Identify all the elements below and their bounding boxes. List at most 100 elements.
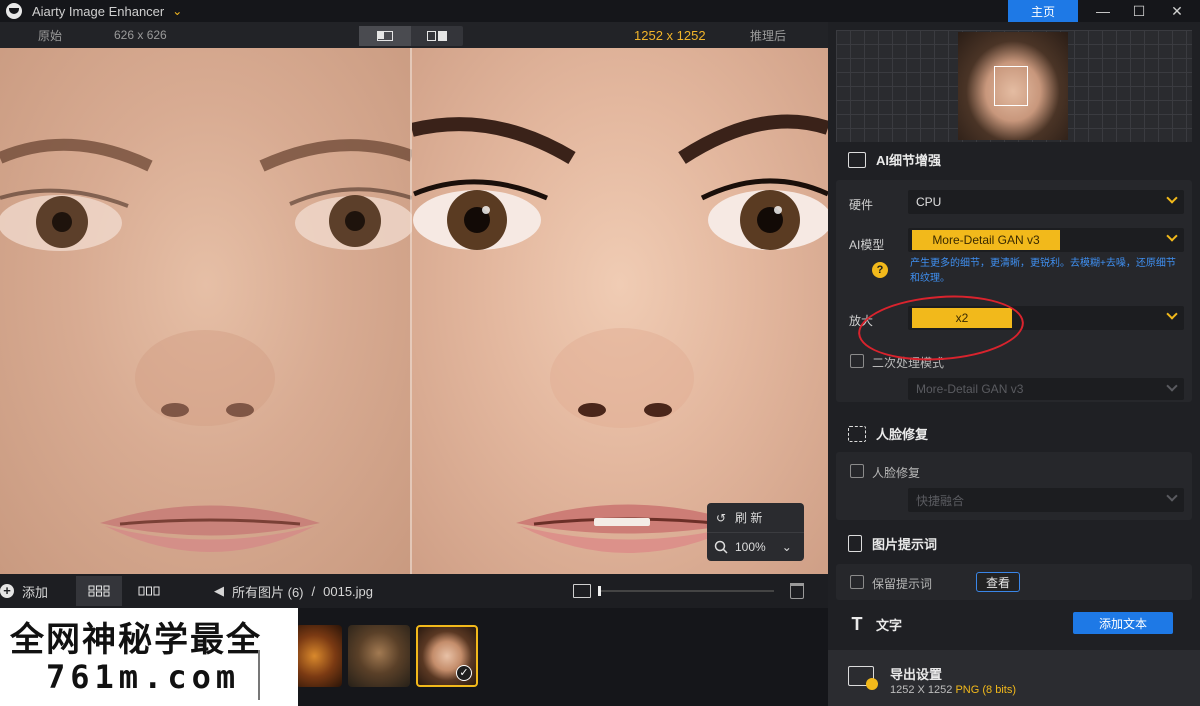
help-icon[interactable]: ? <box>872 262 888 278</box>
text-title: 文字 <box>876 618 903 633</box>
compare-divider-handle[interactable] <box>410 48 412 574</box>
watermark-line1: 全网神秘学最全 <box>10 620 262 660</box>
original-face-image <box>0 138 412 552</box>
view-mode-toggle[interactable] <box>359 26 463 46</box>
thumbnail-dog[interactable] <box>348 625 410 687</box>
face-title: 人脸修复 <box>876 427 929 442</box>
breadcrumb-current-file: 0015.jpg <box>323 583 374 599</box>
enhance-icon <box>848 151 866 168</box>
model-value: More-Detail GAN v3 <box>912 230 1060 250</box>
zoom-chevron-down-icon: ⌄ <box>781 540 792 554</box>
chevron-down-icon <box>1166 230 1178 242</box>
chevron-down-icon <box>1166 490 1178 502</box>
export-resolution: 1252 X 1252 <box>890 684 953 696</box>
original-resolution: 626 x 626 <box>114 28 167 42</box>
checkmark-icon: ✓ <box>456 665 472 681</box>
document-icon <box>848 535 862 552</box>
maximize-icon[interactable]: ☐ <box>1124 0 1154 22</box>
breadcrumb: ◀ 所有图片 (6) / 0015.jpg <box>214 582 373 601</box>
face-restore-label: 人脸修复 <box>872 466 921 480</box>
face-settings-box: 人脸修复 快捷融合 <box>836 452 1192 520</box>
refresh-button[interactable]: ↺ 刷 新 <box>707 503 804 532</box>
add-text-button[interactable]: 添加文本 <box>1073 612 1173 634</box>
enhanced-label: 推理后 <box>750 28 787 43</box>
add-image-button[interactable]: + 添加 <box>0 582 48 601</box>
text-section-header: T 文字 <box>848 614 903 635</box>
thumbnail-burger[interactable] <box>296 625 342 687</box>
secondary-model-select[interactable]: More-Detail GAN v3 <box>908 378 1184 400</box>
detail-title: AI细节增强 <box>876 153 942 168</box>
thumbnail-portrait-selected[interactable]: ✓ <box>416 625 478 687</box>
chevron-down-icon <box>1166 192 1178 204</box>
strip-view-icon <box>138 586 160 596</box>
face-section-header: 人脸修复 <box>848 424 928 443</box>
hardware-label: 硬件 <box>849 198 874 212</box>
navigator-viewport-frame[interactable] <box>994 66 1028 106</box>
app-menu-chevron-icon[interactable]: ⌄ <box>172 4 182 18</box>
export-bits: (8 bits) <box>982 684 1016 696</box>
detail-section-header: AI细节增强 <box>848 150 941 169</box>
model-label: AI模型 <box>849 238 885 252</box>
grid-view-button[interactable] <box>76 576 122 606</box>
text-tool-icon: T <box>851 614 863 634</box>
export-title: 导出设置 <box>890 667 943 682</box>
plus-icon: + <box>0 584 14 598</box>
refresh-label: 刷 新 <box>735 511 763 525</box>
face-mode-select[interactable]: 快捷融合 <box>908 488 1184 512</box>
zoom-icon <box>713 539 729 555</box>
slider-handle[interactable] <box>598 586 601 596</box>
face-scan-icon <box>848 425 866 442</box>
single-view-button[interactable] <box>359 26 411 46</box>
breadcrumb-all-images[interactable]: 所有图片 (6) <box>232 582 304 601</box>
home-button[interactable]: 主页 <box>1008 0 1078 22</box>
face-restore-checkbox[interactable] <box>850 464 864 478</box>
secondary-model-value: More-Detail GAN v3 <box>916 382 1024 396</box>
hardware-value: CPU <box>916 195 942 209</box>
detail-settings-box: 硬件 CPU AI模型 More-Detail GAN v3 ? 产生更多的细节… <box>836 180 1192 402</box>
minimize-icon[interactable]: — <box>1088 0 1118 22</box>
export-format: PNG <box>955 684 980 696</box>
title-bar: Aiarty Image Enhancer ⌄ 主页 — ☐ ✕ <box>0 0 1200 22</box>
export-info: 1252 X 1252 PNG (8 bits) <box>890 684 1016 696</box>
watermark-bar <box>258 650 260 700</box>
app-title: Aiarty Image Enhancer <box>32 3 165 19</box>
enhanced-resolution: 1252 x 1252 <box>634 27 706 43</box>
zoom-value: 100% <box>735 540 766 554</box>
app-window: Aiarty Image Enhancer ⌄ 主页 — ☐ ✕ 原始 626 … <box>0 0 1200 706</box>
add-label: 添加 <box>22 584 49 600</box>
image-size-icon <box>573 584 591 598</box>
navigator-preview <box>836 30 1192 142</box>
trash-icon[interactable] <box>790 583 804 599</box>
view-prompt-button[interactable]: 查看 <box>976 572 1020 592</box>
image-viewer[interactable]: ↺ 刷 新 100% ⌄ <box>0 48 828 574</box>
hardware-select[interactable]: CPU <box>908 190 1184 214</box>
thumbnail-size-slider[interactable] <box>598 590 774 592</box>
watermark-line2: 761m.com <box>46 658 241 696</box>
gear-icon <box>866 678 878 690</box>
prompt-section-header: 图片提示词 <box>848 534 937 553</box>
grid-icon <box>88 585 110 597</box>
close-icon[interactable]: ✕ <box>1162 0 1192 22</box>
original-label: 原始 <box>38 28 63 43</box>
back-arrow-icon[interactable]: ◀ <box>214 583 224 599</box>
compare-header: 原始 626 x 626 1252 x 1252 推理后 <box>0 22 828 48</box>
original-image-pane <box>0 48 412 574</box>
keep-prompt-checkbox[interactable] <box>850 575 864 589</box>
single-view-icon <box>377 31 393 41</box>
export-settings-button[interactable]: 导出设置 1252 X 1252 PNG (8 bits) <box>828 650 1200 706</box>
keep-prompt-label: 保留提示词 <box>872 577 933 591</box>
watermark-overlay: 全网神秘学最全 761m.com <box>0 608 298 706</box>
model-description: 产生更多的细节，更清晰，更锐利。去模糊+去噪，还原细节和纹理。 <box>910 258 1176 284</box>
prompt-title: 图片提示词 <box>872 537 938 552</box>
enhanced-face-image <box>412 114 828 553</box>
chevron-down-icon <box>1166 308 1178 320</box>
zoom-select[interactable]: 100% ⌄ <box>707 532 804 561</box>
split-view-button[interactable] <box>411 26 463 46</box>
model-select[interactable]: More-Detail GAN v3 <box>908 228 1184 252</box>
enhanced-image-pane <box>412 48 828 574</box>
chevron-down-icon <box>1166 380 1178 392</box>
strip-view-button[interactable] <box>126 576 172 606</box>
secondary-mode-checkbox[interactable] <box>850 354 864 368</box>
split-view-icon <box>427 31 447 41</box>
viewer-floating-controls: ↺ 刷 新 100% ⌄ <box>707 503 804 561</box>
